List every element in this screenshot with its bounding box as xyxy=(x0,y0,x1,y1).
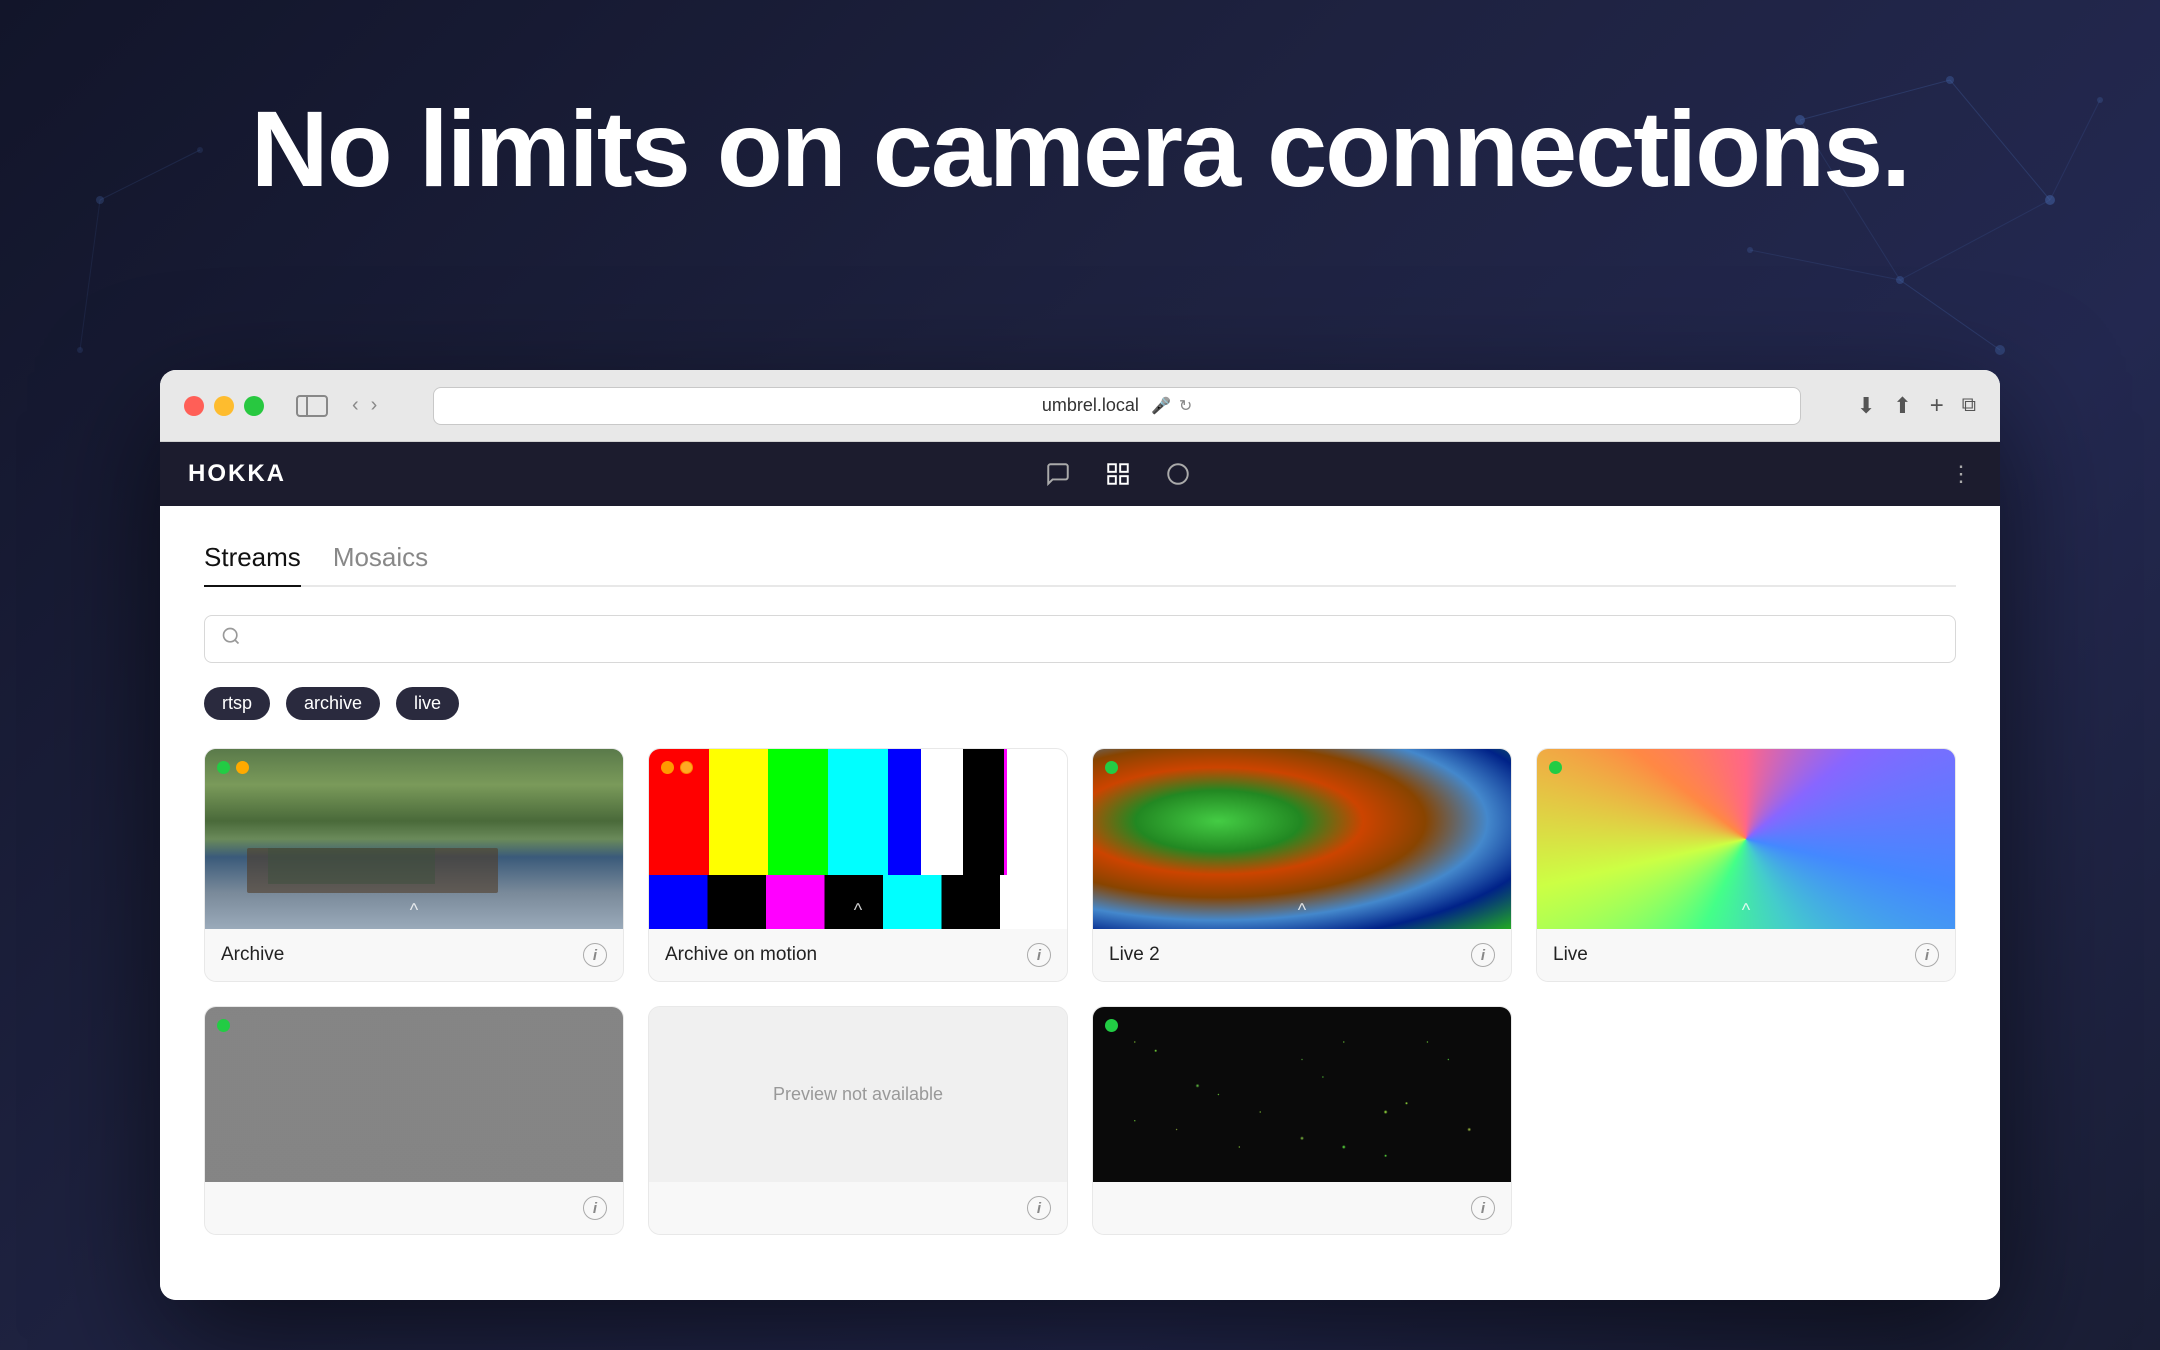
stream-card-stars[interactable]: i xyxy=(1092,1006,1512,1235)
stream-thumbnail-stars xyxy=(1093,1007,1511,1182)
url-display: umbrel.local xyxy=(1042,395,1139,416)
stream-footer-live2: Live 2 i xyxy=(1093,929,1511,981)
address-bar[interactable]: umbrel.local 🎤 ↻ xyxy=(433,387,1800,425)
stream-footer-archive-motion: Archive on motion i xyxy=(649,929,1067,981)
stream-thumbnail-archive: ^ xyxy=(205,749,623,929)
app-content: Streams Mosaics rtsp archive live xyxy=(160,506,2000,1300)
toolbar-icon-group xyxy=(286,458,1950,490)
info-button-placeholder[interactable]: i xyxy=(1027,1196,1051,1220)
info-button-live2[interactable]: i xyxy=(1471,943,1495,967)
chevron-up-icon-2: ^ xyxy=(854,900,862,921)
stream-thumbnail-grain xyxy=(205,1007,623,1182)
stream-card-archive[interactable]: ^ Archive i xyxy=(204,748,624,982)
search-bar xyxy=(204,615,1956,663)
stream-thumbnail-live: ^ xyxy=(1537,749,1955,929)
more-options-button[interactable]: ⋮ xyxy=(1950,461,1972,487)
traffic-lights xyxy=(184,396,264,416)
info-button-stars[interactable]: i xyxy=(1471,1196,1495,1220)
browser-toolbar-actions: ⬇ ⬆ + ⧉ xyxy=(1857,392,1976,420)
tabs-icon[interactable]: ⧉ xyxy=(1962,394,1976,417)
stream-footer-archive: Archive i xyxy=(205,929,623,981)
info-button-archive[interactable]: i xyxy=(583,943,607,967)
close-button[interactable] xyxy=(184,396,204,416)
download-icon[interactable]: ⬇ xyxy=(1857,393,1875,419)
search-icon xyxy=(221,626,241,652)
chevron-up-icon-3: ^ xyxy=(1298,900,1306,921)
search-input[interactable] xyxy=(253,629,1939,650)
stream-name-archive-motion: Archive on motion xyxy=(665,944,817,966)
circle-icon[interactable] xyxy=(1162,458,1194,490)
hero-headline: No limits on camera connections. xyxy=(0,90,2160,209)
forward-button[interactable]: › xyxy=(371,394,378,417)
stream-footer-placeholder: i xyxy=(649,1182,1067,1234)
stream-name-archive: Archive xyxy=(221,944,284,966)
browser-window: ‹ › umbrel.local 🎤 ↻ ⬇ ⬆ + ⧉ HOKKA xyxy=(160,370,2000,1300)
sidebar-toggle-icon[interactable] xyxy=(296,395,328,417)
stream-card-grain[interactable]: i xyxy=(204,1006,624,1235)
info-button-grain[interactable]: i xyxy=(583,1196,607,1220)
stream-card-archive-motion[interactable]: ^ Archive on motion i xyxy=(648,748,1068,982)
stream-card-live2[interactable]: ^ Live 2 i xyxy=(1092,748,1512,982)
grid-icon[interactable] xyxy=(1102,458,1134,490)
filter-chip-live[interactable]: live xyxy=(396,687,459,720)
stream-thumbnail-placeholder: Preview not available xyxy=(649,1007,1067,1182)
stream-footer-grain: i xyxy=(205,1182,623,1234)
stream-card-placeholder[interactable]: Preview not available i xyxy=(648,1006,1068,1235)
back-button[interactable]: ‹ xyxy=(352,394,359,417)
preview-not-available: Preview not available xyxy=(649,1007,1067,1182)
app-logo: HOKKA xyxy=(188,460,286,488)
stream-footer-stars: i xyxy=(1093,1182,1511,1234)
share-icon[interactable]: ⬆ xyxy=(1893,393,1911,419)
stream-card-live[interactable]: ^ Live i xyxy=(1536,748,1956,982)
browser-navigation: ‹ › xyxy=(352,394,377,417)
maximize-button[interactable] xyxy=(244,396,264,416)
filter-chip-archive[interactable]: archive xyxy=(286,687,380,720)
browser-titlebar: ‹ › umbrel.local 🎤 ↻ ⬇ ⬆ + ⧉ xyxy=(160,370,2000,442)
stream-grid: ^ Archive i xyxy=(204,748,1956,1235)
tab-bar: Streams Mosaics xyxy=(204,542,1956,587)
chevron-up-icon: ^ xyxy=(410,900,418,921)
stream-name-live: Live xyxy=(1553,944,1588,966)
minimize-button[interactable] xyxy=(214,396,234,416)
filter-chips: rtsp archive live xyxy=(204,687,1956,720)
new-tab-icon[interactable]: + xyxy=(1930,392,1944,420)
app-toolbar: HOKKA xyxy=(160,442,2000,506)
chevron-up-icon-4: ^ xyxy=(1742,900,1750,921)
info-button-live[interactable]: i xyxy=(1915,943,1939,967)
stream-thumbnail-archive-motion: ^ xyxy=(649,749,1067,929)
tab-streams[interactable]: Streams xyxy=(204,542,301,587)
info-button-archive-motion[interactable]: i xyxy=(1027,943,1051,967)
tab-mosaics[interactable]: Mosaics xyxy=(333,542,428,585)
filter-chip-rtsp[interactable]: rtsp xyxy=(204,687,270,720)
stream-name-live2: Live 2 xyxy=(1109,944,1160,966)
stream-thumbnail-live2: ^ xyxy=(1093,749,1511,929)
stream-footer-live: Live i xyxy=(1537,929,1955,981)
chat-icon[interactable] xyxy=(1042,458,1074,490)
